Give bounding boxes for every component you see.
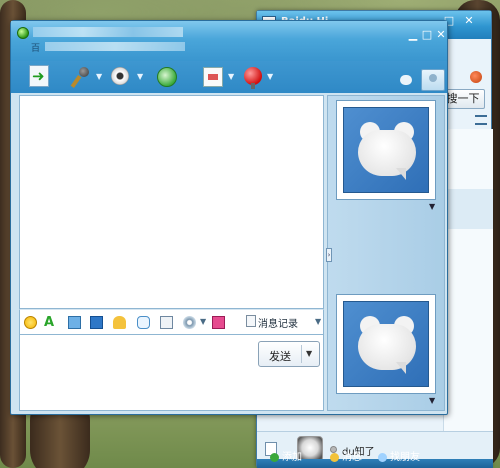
history-icon: [246, 315, 256, 327]
messages-label: 消息: [342, 452, 362, 463]
add-button[interactable]: 添加: [268, 448, 302, 468]
contact-list[interactable]: [443, 129, 493, 449]
chevron-down-icon[interactable]: ▼: [137, 72, 143, 81]
panel-toggle-icon[interactable]: ›: [326, 248, 332, 262]
contact-list-selected-row[interactable]: [443, 189, 493, 229]
chevron-down-icon[interactable]: ▼: [200, 317, 206, 326]
emoticon-icon[interactable]: [24, 316, 37, 329]
note-icon[interactable]: [160, 316, 173, 329]
chat-titlebar[interactable]: 百 ▁ □ ✕: [11, 21, 447, 61]
maximize-icon[interactable]: □: [421, 29, 433, 41]
chevron-down-icon[interactable]: ▼: [429, 396, 435, 405]
list-view-icon[interactable]: [475, 115, 487, 125]
default-bear-avatar-icon: [358, 316, 416, 374]
chat-body: A ▼ 消息记录 ▼ 发送 ▼ ▼ ▼ ›: [15, 93, 445, 413]
find-friends-icon: [378, 453, 387, 462]
gift-icon[interactable]: [212, 316, 225, 329]
profile-icon[interactable]: [421, 69, 445, 91]
my-avatar-card[interactable]: ▼: [336, 294, 436, 405]
send-button[interactable]: 发送 ▼: [258, 341, 320, 367]
settings-icon[interactable]: [183, 316, 196, 329]
game-icon[interactable]: [244, 67, 262, 89]
chevron-down-icon[interactable]: ▼: [306, 349, 312, 358]
chat-toolbar: ▼ ▼ ▼ ▼: [11, 61, 447, 93]
contact-avatar: [343, 107, 429, 193]
input-toolbar: A ▼ 消息记录 ▼: [19, 309, 324, 335]
shake-icon[interactable]: [113, 316, 126, 329]
find-friends-button[interactable]: 找朋友: [376, 448, 420, 468]
send-button-divider: [301, 345, 302, 363]
send-button-label: 发送: [269, 350, 291, 363]
chevron-down-icon[interactable]: ▼: [96, 72, 102, 81]
contact-avatar-card[interactable]: ▼: [336, 100, 436, 211]
message-history-button[interactable]: 消息记录: [258, 315, 298, 330]
chat-style-icon[interactable]: [137, 316, 150, 329]
bubble-icon[interactable]: [400, 75, 412, 85]
dice-icon[interactable]: [90, 316, 103, 329]
chevron-down-icon[interactable]: ▼: [315, 317, 321, 326]
online-status-icon[interactable]: [17, 27, 29, 39]
messages-icon: [330, 453, 339, 462]
message-history-area[interactable]: [19, 95, 324, 309]
add-label: 添加: [282, 452, 302, 463]
close-icon[interactable]: ✕: [463, 15, 475, 27]
find-friends-label: 找朋友: [390, 452, 420, 463]
file-transfer-icon[interactable]: [203, 67, 223, 87]
add-icon: [270, 453, 279, 462]
chat-window[interactable]: 百 ▁ □ ✕ ▼ ▼ ▼ ▼ A ▼ 消: [10, 20, 448, 415]
default-bear-avatar-icon: [358, 122, 416, 180]
webcam-icon[interactable]: [111, 67, 129, 85]
screenshot-icon[interactable]: [68, 316, 81, 329]
contact-signature-prefix: 百: [31, 44, 41, 54]
chevron-down-icon[interactable]: ▼: [228, 72, 234, 81]
avatar-side-panel: ▼ ▼: [327, 95, 445, 411]
contact-name-obscured: [33, 27, 183, 37]
chevron-down-icon[interactable]: ▼: [267, 72, 273, 81]
minimize-icon[interactable]: ▁: [407, 29, 419, 41]
chevron-down-icon[interactable]: ▼: [429, 202, 435, 211]
messages-button[interactable]: 消息: [328, 448, 362, 468]
contact-signature-obscured: [45, 42, 185, 51]
font-icon[interactable]: A: [44, 316, 57, 329]
message-input[interactable]: 发送 ▼: [19, 335, 324, 411]
close-icon[interactable]: ✕: [435, 29, 447, 41]
my-avatar: [343, 301, 429, 387]
skin-icon[interactable]: [470, 71, 482, 83]
send-file-icon[interactable]: [29, 65, 49, 87]
microphone-icon[interactable]: [69, 67, 91, 88]
app-share-icon[interactable]: [157, 67, 177, 87]
